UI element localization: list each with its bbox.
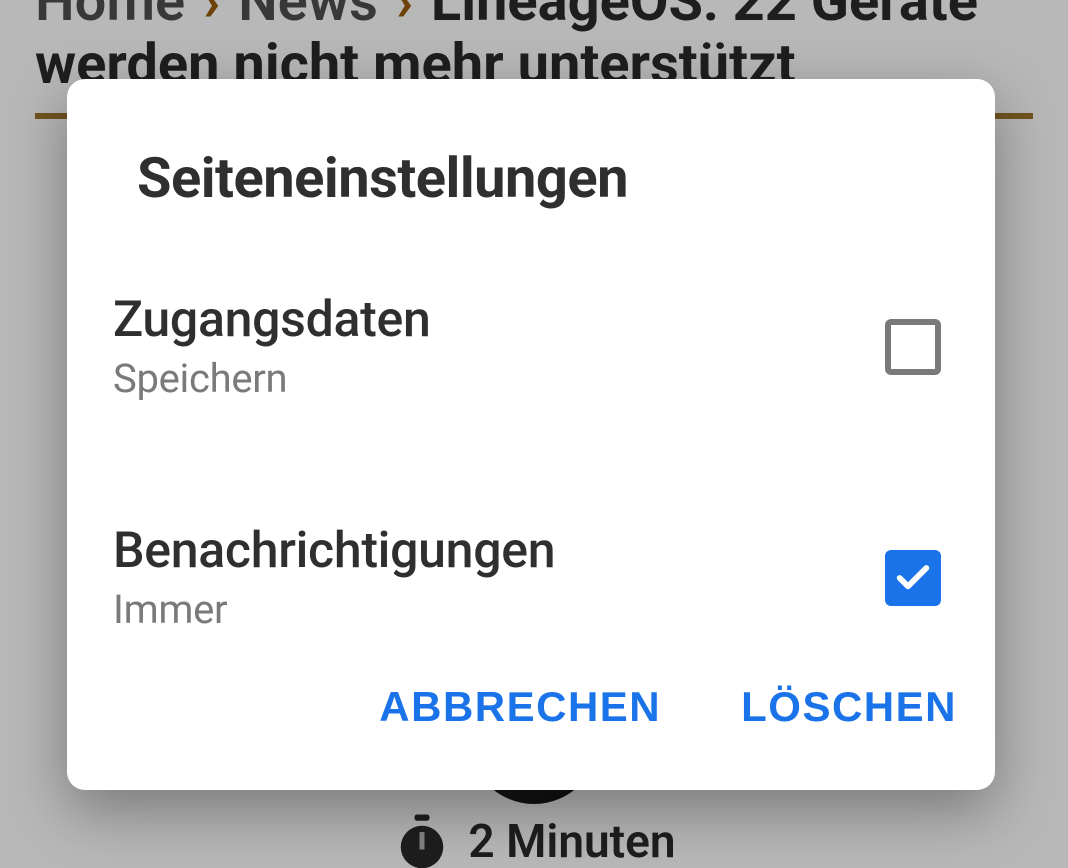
- option-credentials-subtitle: Speichern: [113, 355, 431, 402]
- option-notifications-subtitle: Immer: [113, 586, 555, 633]
- dialog-title: Seiteneinstellungen: [67, 79, 995, 251]
- dialog-actions: ABBRECHEN LÖSCHEN: [67, 673, 995, 797]
- option-credentials[interactable]: Zugangsdaten Speichern: [113, 251, 949, 442]
- option-notifications-checkbox[interactable]: [885, 550, 941, 606]
- dialog-options: Zugangsdaten Speichern Benachrichtigunge…: [67, 251, 995, 673]
- delete-button[interactable]: LÖSCHEN: [735, 673, 963, 741]
- check-icon: [893, 558, 933, 598]
- cancel-button[interactable]: ABBRECHEN: [373, 673, 667, 741]
- option-credentials-checkbox[interactable]: [885, 319, 941, 375]
- site-settings-dialog: Seiteneinstellungen Zugangsdaten Speiche…: [67, 79, 995, 790]
- option-notifications[interactable]: Benachrichtigungen Immer: [113, 482, 949, 673]
- option-credentials-title: Zugangsdaten: [113, 291, 431, 349]
- option-notifications-title: Benachrichtigungen: [113, 522, 555, 580]
